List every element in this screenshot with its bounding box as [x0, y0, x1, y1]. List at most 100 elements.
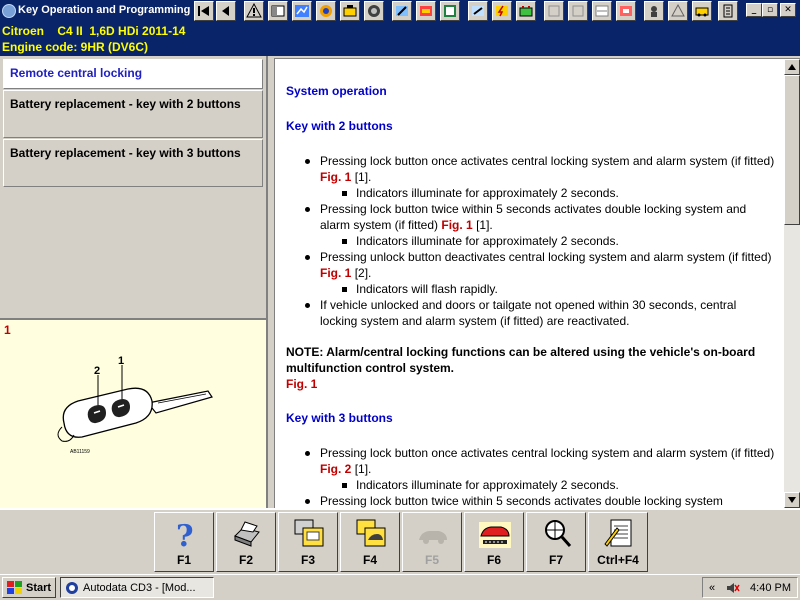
- bullet-icon: [305, 499, 310, 504]
- system-tray: « 4:40 PM: [702, 577, 798, 598]
- autodata-app-icon: [66, 581, 78, 594]
- vehicle-header: Citroen C4 II 1,6D HDi 2011-14 Engine co…: [0, 22, 800, 56]
- key3-heading: Key with 3 buttons: [286, 411, 393, 425]
- sub-list-item: Indicators illuminate for approximately …: [342, 185, 776, 201]
- list-item: Pressing lock button once activates cent…: [305, 445, 776, 477]
- volume-muted-icon[interactable]: [726, 582, 740, 594]
- settings-button[interactable]: [316, 1, 336, 21]
- fig-link[interactable]: Fig. 1: [441, 218, 472, 232]
- arrow-up-icon: [788, 64, 796, 70]
- tray-expand-button[interactable]: «: [709, 582, 715, 594]
- vehicle-icon: [695, 7, 709, 17]
- wiring-button[interactable]: [592, 1, 612, 21]
- first-page-button[interactable]: [194, 1, 214, 21]
- blank-icon: [572, 5, 584, 17]
- service-button[interactable]: [416, 1, 436, 21]
- left-panel: Remote central locking Battery replaceme…: [0, 56, 268, 508]
- bullet-icon: [305, 159, 310, 164]
- layout-button[interactable]: [440, 1, 460, 21]
- diagnostics-button[interactable]: [292, 1, 312, 21]
- title-bar: Key Operation and Programming _ ▫ ✕: [0, 0, 800, 22]
- exit-icon: [723, 4, 733, 18]
- document-button[interactable]: [268, 1, 288, 21]
- square-bullet-icon: [342, 191, 347, 196]
- vehicle-button[interactable]: [692, 1, 712, 21]
- fig-link[interactable]: Fig. 1: [320, 170, 351, 184]
- square-bullet-icon: [342, 239, 347, 244]
- back-button[interactable]: [216, 1, 236, 21]
- f3-images-button[interactable]: F3: [278, 512, 338, 572]
- list-item: Pressing lock button once activates cent…: [305, 153, 776, 185]
- note-text: NOTE: Alarm/central locking functions ca…: [286, 345, 756, 375]
- airbag-button[interactable]: [644, 1, 664, 21]
- tools-button[interactable]: [392, 1, 412, 21]
- bullet-icon: [305, 451, 310, 456]
- sub-list-item: Indicators illuminate for approximately …: [342, 233, 776, 249]
- f5-car-button[interactable]: F5: [402, 512, 462, 572]
- fuse-button[interactable]: [616, 1, 636, 21]
- vehicle-line: Citroen C4 II 1,6D HDi 2011-14: [2, 24, 185, 38]
- bullet-icon: [305, 255, 310, 260]
- engine-icon: [343, 5, 357, 17]
- vertical-scrollbar[interactable]: [784, 59, 800, 508]
- wiring-icon: [595, 5, 609, 17]
- bullet-icon: [305, 303, 310, 308]
- arrow-down-icon: [788, 497, 796, 503]
- f2-print-button[interactable]: F2: [216, 512, 276, 572]
- restore-icon: ▫: [766, 5, 774, 15]
- tools-icon: [396, 6, 408, 16]
- f4-car-images-button[interactable]: F4: [340, 512, 400, 572]
- battery-icon: [519, 6, 533, 17]
- f7-search-button[interactable]: F7: [526, 512, 586, 572]
- document-icon: [271, 5, 285, 17]
- note-fig-link[interactable]: Fig. 1: [286, 376, 776, 392]
- engine-button[interactable]: [340, 1, 360, 21]
- images-icon: [294, 519, 324, 547]
- function-key-bar: ? F1 F2 F3 F4 F5 F6 F7 Ctrl+F4: [0, 508, 800, 574]
- clock: 4:40 PM: [750, 581, 791, 594]
- disabled-button-2[interactable]: [568, 1, 588, 21]
- layout-icon: [444, 5, 456, 17]
- vehicle-make: Citroen: [2, 24, 44, 38]
- fig-link[interactable]: Fig. 2: [320, 462, 351, 476]
- sub-list-item: Indicators will flash rapidly.: [342, 281, 776, 297]
- close-button[interactable]: ✕: [780, 3, 796, 17]
- key2-heading: Key with 2 buttons: [286, 119, 393, 133]
- f1-help-button[interactable]: ? F1: [154, 512, 214, 572]
- taskbar-item-autodata[interactable]: Autodata CD3 - [Mod...: [60, 577, 214, 598]
- start-button[interactable]: Start: [2, 577, 56, 598]
- car-icon: [419, 531, 447, 544]
- taskbar: Start Autodata CD3 - [Mod... « 4:40 PM: [0, 574, 800, 600]
- blank-icon: [548, 5, 560, 17]
- caution-button[interactable]: [668, 1, 688, 21]
- minimize-button[interactable]: _: [746, 3, 762, 17]
- exit-button[interactable]: [718, 1, 738, 21]
- content-panel: System operation Key with 2 buttons Pres…: [274, 58, 800, 508]
- nav-item-remote-central-locking[interactable]: Remote central locking: [3, 59, 263, 89]
- ctrl-f4-notes-button[interactable]: Ctrl+F4: [588, 512, 648, 572]
- scroll-up-button[interactable]: [784, 59, 800, 75]
- nav-item-battery-key-2-buttons[interactable]: Battery replacement - key with 2 buttons: [3, 90, 263, 138]
- scroll-thumb[interactable]: [784, 75, 800, 225]
- wheel-icon: [368, 5, 380, 17]
- battery-button[interactable]: [516, 1, 536, 21]
- warning-button[interactable]: [244, 1, 264, 21]
- help-icon: ?: [176, 519, 194, 550]
- car-images-icon: [356, 519, 386, 547]
- wheel-button[interactable]: [364, 1, 384, 21]
- diagnostics-icon: [295, 5, 309, 17]
- engine-code: Engine code: 9HR (DV6C): [2, 40, 149, 54]
- disabled-button-1[interactable]: [544, 1, 564, 21]
- list-item: Pressing lock button twice within 5 seco…: [305, 201, 776, 233]
- nav-item-battery-key-3-buttons[interactable]: Battery replacement - key with 3 buttons: [3, 139, 263, 187]
- restore-button[interactable]: ▫: [762, 3, 778, 17]
- repair-button[interactable]: [468, 1, 488, 21]
- electrical-button[interactable]: [492, 1, 512, 21]
- f6-car-service-button[interactable]: F6: [464, 512, 524, 572]
- search-zoom-icon: [545, 520, 572, 547]
- app-icon: [2, 4, 16, 18]
- fig-link[interactable]: Fig. 1: [320, 266, 351, 280]
- window-title: Key Operation and Programming: [18, 4, 190, 16]
- scroll-down-button[interactable]: [784, 492, 800, 508]
- sub-list-item: Indicators illuminate for approximately …: [342, 477, 776, 493]
